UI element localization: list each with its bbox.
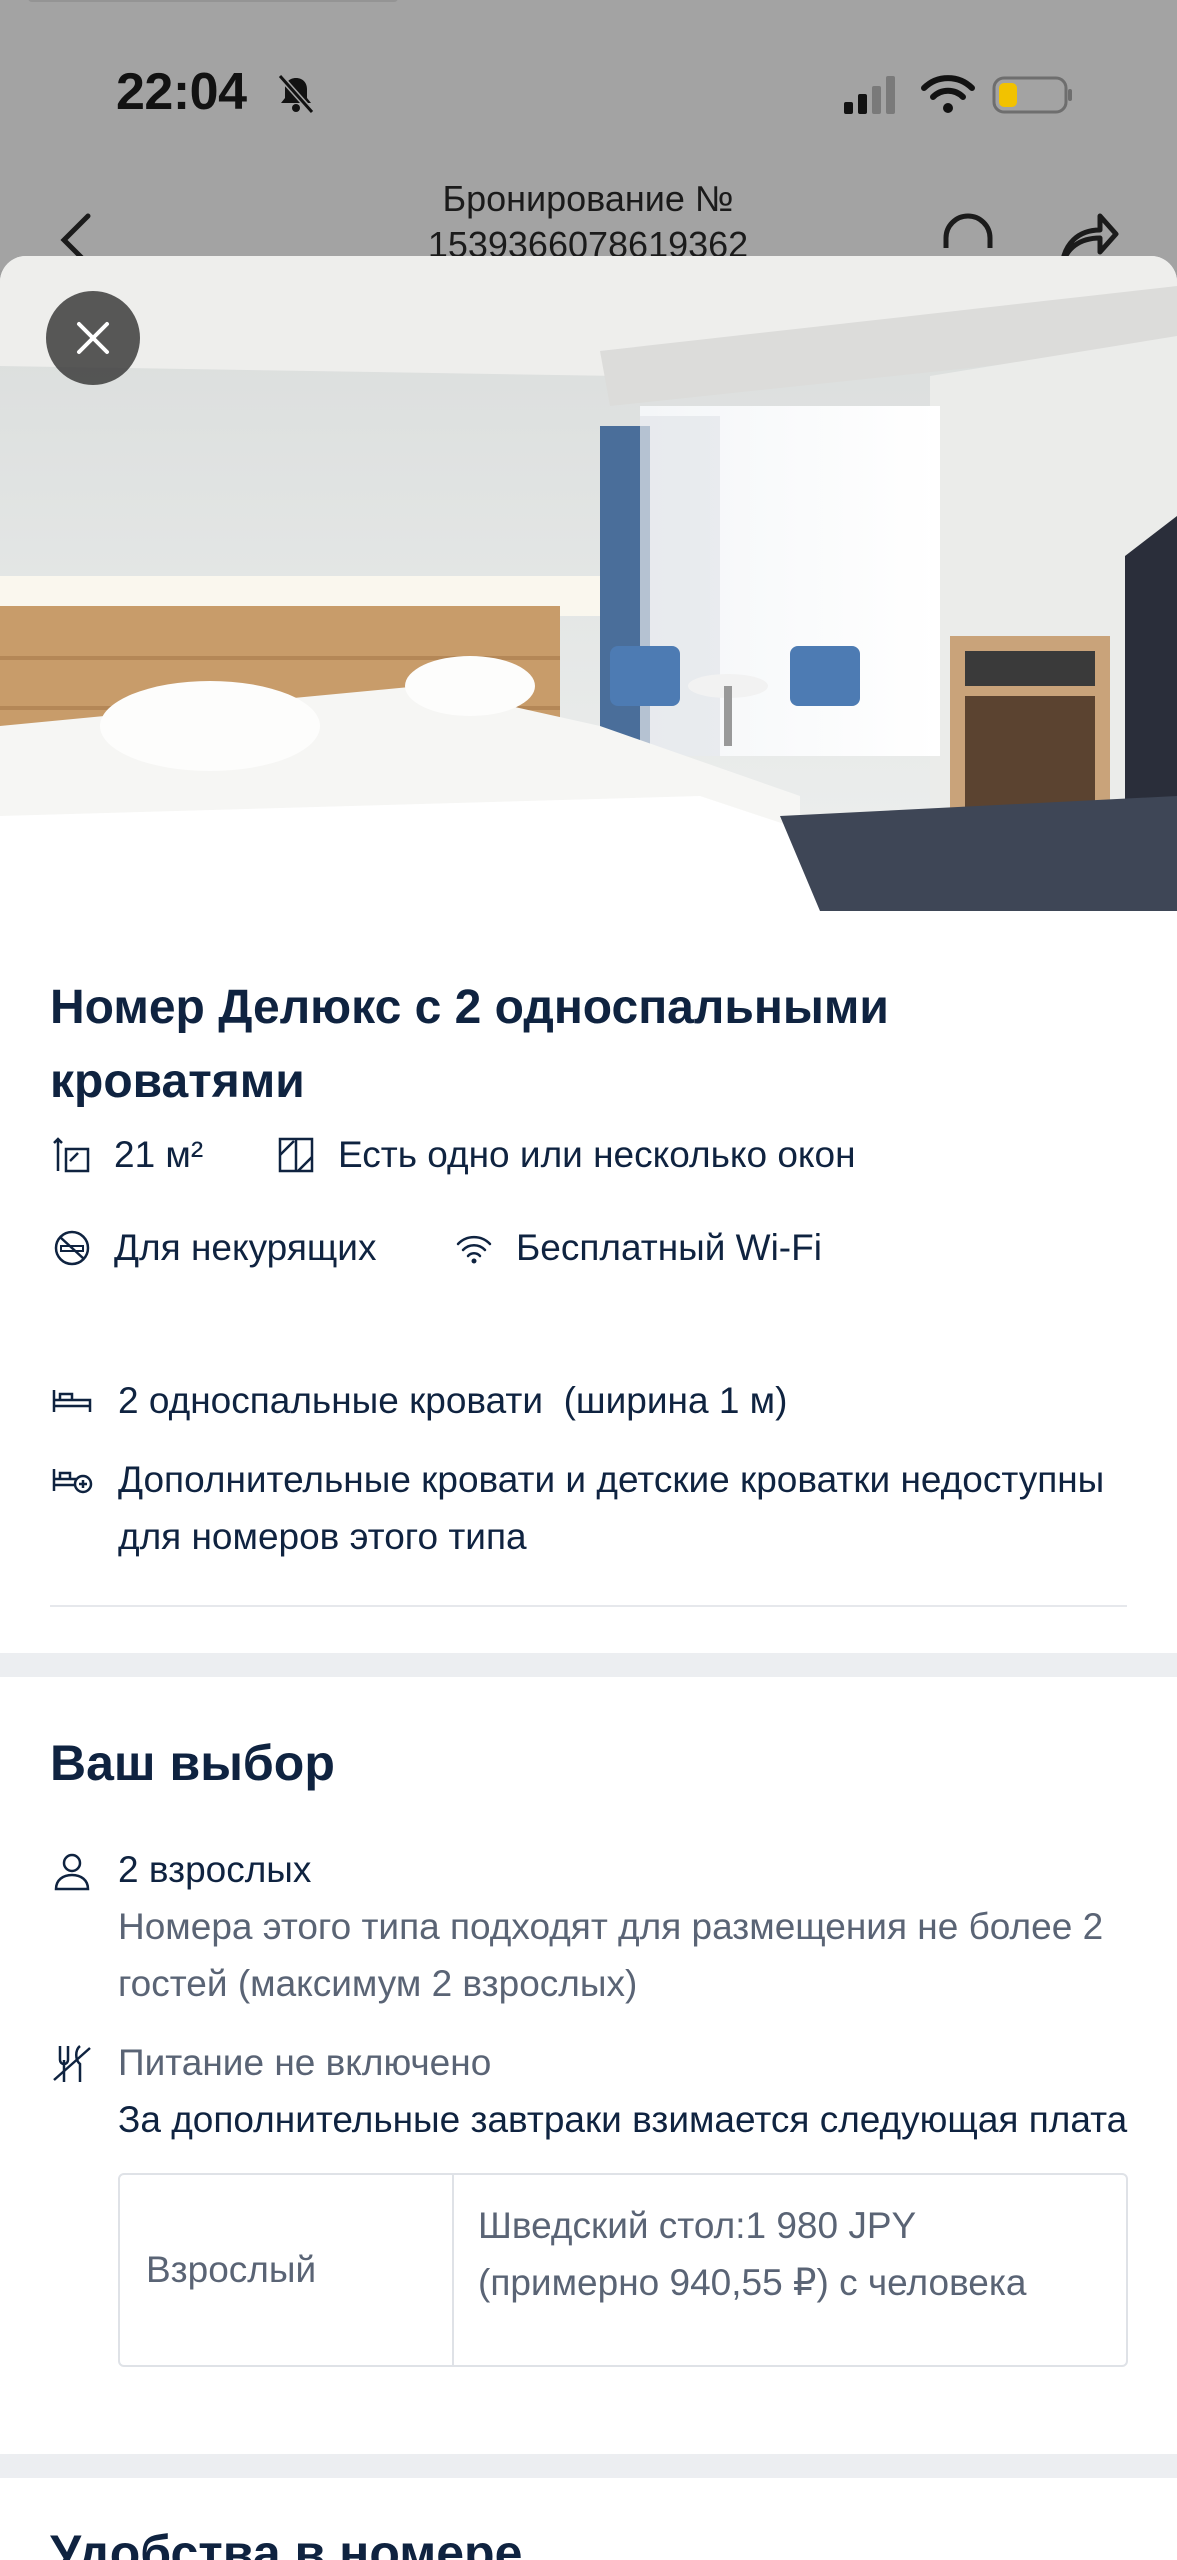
no-meals-icon [53, 2045, 91, 2082]
feature-wifi: Бесплатный Wi-Fi [452, 1226, 822, 1270]
extra-bed-icon [52, 1469, 93, 1494]
booking-title: Бронирование № 1539366078619362 [427, 178, 749, 265]
close-icon [77, 322, 109, 354]
cellular-signal-icon [844, 76, 895, 114]
guests-row: 2 взрослых Номера этого типа подходят дл… [50, 1841, 1130, 2012]
guests-note: Номера этого типа подходят для размещени… [118, 1906, 1104, 2004]
window-icon [274, 1133, 318, 1177]
section-separator [0, 1653, 1177, 1677]
meals-label: Питание не включено [118, 2042, 492, 2083]
no-smoking-icon [50, 1226, 94, 1270]
battery-icon [992, 76, 1072, 114]
beds-label: 2 односпальные кровати (ширина 1 м) [118, 1380, 788, 1421]
divider [50, 1605, 1127, 1607]
section-separator [0, 2454, 1177, 2478]
gallery-pagination [490, 854, 668, 871]
room-size-icon [50, 1133, 94, 1177]
room-title: Номер Делюкс с 2 односпальными кроватями [50, 981, 889, 1108]
price-value: Шведский стол:1 980 JPY (примерно 940,55… [478, 2205, 1027, 2303]
room-details-sheet: Номер Делюкс с 2 односпальными кроватями… [0, 256, 1177, 2560]
feature-area-label: 21 м² [114, 1134, 204, 1175]
extra-beds-row: Дополнительные кровати и детские кроватк… [50, 1451, 1130, 1565]
feature-smoking: Для некурящих [50, 1226, 376, 1270]
bed-icon [52, 1390, 92, 1412]
feature-wifi-label: Бесплатный Wi-Fi [516, 1227, 822, 1268]
price-label: Взрослый [120, 2175, 454, 2365]
guests-label: 2 взрослых [118, 1849, 312, 1890]
status-time: 22:04 [116, 63, 247, 121]
cropped-top-text [28, 0, 398, 2]
gallery-dot[interactable] [490, 854, 520, 871]
person-icon [54, 1853, 90, 1891]
background-screen: 22:04 Бронирование № 1539366078619362 [0, 0, 1177, 270]
feature-windows: Есть одно или несколько окон [274, 1133, 856, 1177]
room-photo[interactable] [0, 256, 1177, 911]
extra-beds-label: Дополнительные кровати и детские кроватк… [118, 1459, 1105, 1557]
meals-row: Питание не включено За дополнительные за… [50, 2034, 1130, 2148]
silent-bell-icon [277, 74, 315, 114]
gallery-dot[interactable] [577, 854, 594, 871]
feature-windows-label: Есть одно или несколько окон [338, 1134, 856, 1175]
room-photo-image [0, 256, 1177, 911]
gallery-dot[interactable] [651, 854, 668, 871]
gallery-dot[interactable] [540, 854, 557, 871]
choice-title: Ваш выбор [50, 1735, 335, 1791]
wifi-status-icon [921, 75, 975, 113]
meals-note: За дополнительные завтраки взимается сле… [118, 2099, 1128, 2140]
beds-row: 2 односпальные кровати (ширина 1 м) [50, 1372, 1130, 1429]
breakfast-price-table: Взрослый Шведский стол:1 980 JPY (пример… [118, 2173, 1128, 2367]
wifi-icon [452, 1226, 496, 1270]
gallery-dot[interactable] [614, 854, 631, 871]
feature-area: 21 м² [50, 1133, 203, 1177]
feature-smoking-label: Для некурящих [114, 1227, 377, 1268]
amenities-title: Удобства в номере [50, 2525, 523, 2560]
close-button[interactable] [46, 291, 140, 385]
